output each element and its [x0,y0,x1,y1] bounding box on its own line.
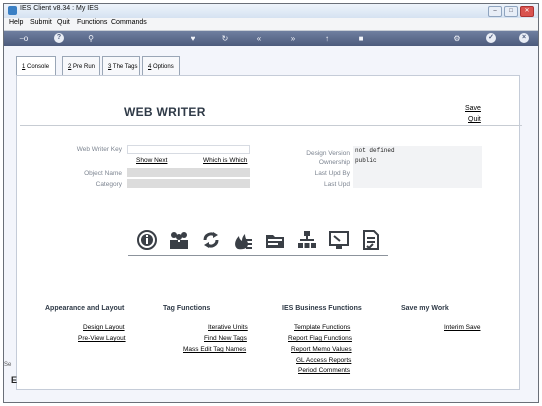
close-icon[interactable]: ✕ [520,6,534,17]
menu-commands[interactable]: Commands [111,19,147,26]
ownership-label: Ownership [318,159,350,166]
design-layout-link[interactable]: Design Layout [83,324,125,331]
report-flag-functions-link[interactable]: Report Flag Functions [288,335,352,342]
maximize-icon[interactable]: □ [504,6,518,17]
last-upd-by-label: Last Upd By [314,170,350,177]
search-icon[interactable]: ⚲ [86,34,96,43]
save-link[interactable]: Save [465,105,481,112]
rewind-icon[interactable]: « [254,34,264,43]
stop-icon[interactable]: ■ [356,34,366,43]
sync-icon[interactable] [200,229,222,251]
toolbar: ⎯o ? ⚲ ♥ ↻ « » ↑ ■ ⚙ ✓ × [4,31,538,46]
iterative-units-link[interactable]: Iterative Units [208,324,248,331]
last-upd-label: Last Upd [323,181,350,188]
tab-the-tags-label: The Tags [111,64,138,70]
show-next-link[interactable]: Show Next [136,157,167,164]
design-version-value: not defined [355,147,395,154]
hierarchy-icon[interactable] [296,229,318,251]
period-comments-link[interactable]: Period Comments [298,367,350,374]
menu-functions[interactable]: Functions [77,19,107,26]
upload-icon[interactable]: ↑ [322,34,332,43]
fire-list-icon[interactable] [232,229,254,251]
which-is-which-link[interactable]: Which is Which [203,157,247,164]
quit-link[interactable]: Quit [468,116,481,123]
page-title: WEB WRITER [124,105,206,119]
report-memo-values-link[interactable]: Report Memo Values [291,346,352,353]
document-check-icon[interactable] [360,229,382,251]
interim-save-link[interactable]: Interim Save [444,324,481,331]
web-writer-key-label: Web Writer Key [76,146,122,153]
template-functions-link[interactable]: Template Functions [294,324,350,331]
monitor-icon[interactable] [328,229,350,251]
menu-bar: Help Submit Quit Functions Commands [4,18,538,31]
sidebar-stub-text: Se [4,362,12,368]
refresh-icon[interactable]: ↻ [220,34,230,43]
heart-icon[interactable]: ♥ [188,34,198,43]
help-icon[interactable]: ? [54,33,64,43]
ownership-value: public [355,157,377,164]
users-icon[interactable] [168,229,190,251]
business-functions-section-title: IES Business Functions [282,305,362,312]
settings-icon[interactable]: ⚙ [452,34,462,43]
key-icon[interactable]: ⎯o [16,34,32,43]
category-label: Category [95,181,122,188]
heading-divider [20,125,522,126]
gl-access-reports-link[interactable]: GL Access Reports [296,357,351,364]
tab-console-label: Console [25,64,50,70]
minimize-icon[interactable]: – [488,6,502,17]
menu-quit[interactable]: Quit [57,19,70,26]
preview-layout-link[interactable]: Pre-View Layout [78,335,126,342]
info-icon[interactable] [136,229,158,251]
sidebar-stub-letter: E [11,375,18,385]
exit-icon[interactable]: × [519,33,529,43]
app-icon [8,6,17,15]
object-name-label: Object Name [84,170,122,177]
tab-pre-run[interactable]: 2 Pre Run [62,56,100,76]
object-name-field [127,168,250,177]
title-bar: IES Client v8.34 : My IES – □ ✕ [4,4,538,19]
menu-submit[interactable]: Submit [30,19,52,26]
category-field [127,179,250,188]
window-controls: – □ ✕ [488,6,534,17]
tab-options-label: Options [151,64,174,70]
folder-icon[interactable] [264,229,286,251]
design-version-label: Design Version [306,150,350,157]
tab-pre-run-label: Pre Run [71,64,96,70]
tag-functions-section-title: Tag Functions [163,305,211,312]
save-section-title: Save my Work [401,305,449,312]
window-title: IES Client v8.34 : My IES [20,5,99,12]
menu-help[interactable]: Help [9,19,23,26]
mass-edit-tag-names-link[interactable]: Mass Edit Tag Names [183,346,246,353]
web-writer-key-field[interactable] [127,145,250,154]
check-icon[interactable]: ✓ [486,33,496,43]
find-new-tags-link[interactable]: Find New Tags [204,335,247,342]
function-icon-strip [128,225,388,256]
tab-console[interactable]: 1 Console [16,56,56,76]
tab-the-tags[interactable]: 3 The Tags [102,56,140,76]
appearance-section-title: Appearance and Layout [45,305,125,312]
forward-icon[interactable]: » [288,34,298,43]
tab-options[interactable]: 4 Options [142,56,180,76]
